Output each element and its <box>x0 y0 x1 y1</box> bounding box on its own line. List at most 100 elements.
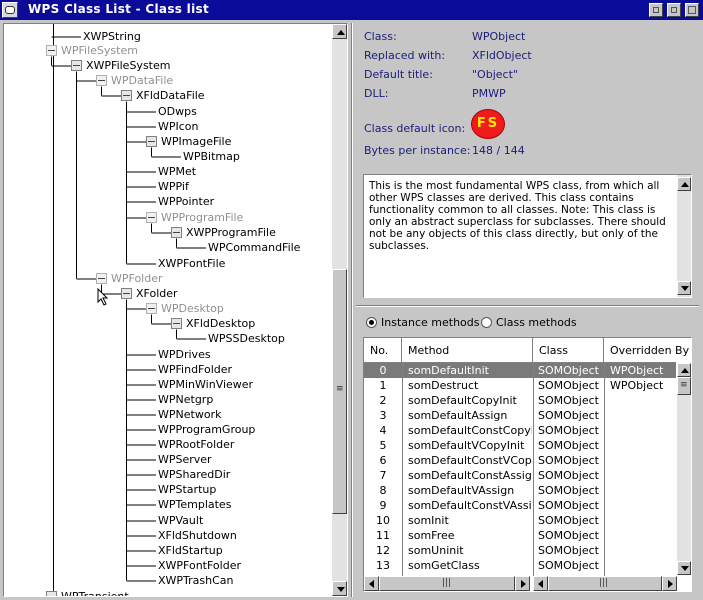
table-scroll-thumb[interactable]: ≡ <box>677 377 691 395</box>
column-header-method[interactable]: Method <box>402 338 533 363</box>
hide-button[interactable] <box>649 3 663 17</box>
tree-node[interactable]: WPCommandFile <box>208 240 300 255</box>
table-scroll-up-button[interactable] <box>677 363 691 377</box>
tree-node[interactable]: XWPFileSystem <box>86 58 170 73</box>
scroll-down-button[interactable] <box>332 581 347 596</box>
tree-collapse-icon[interactable] <box>121 90 132 101</box>
tree-node[interactable]: WPProgramFile <box>161 210 243 225</box>
tree-node[interactable]: XWPFontFile <box>158 256 225 271</box>
column-header-no[interactable]: No. <box>364 338 402 363</box>
table-row[interactable]: 2 somDefaultCopyInit SOMObject <box>364 393 676 408</box>
tree-node[interactable]: WPVault <box>158 513 203 528</box>
tree-node[interactable]: XFldShutdown <box>158 528 237 543</box>
tree-node[interactable]: XFldDesktop <box>186 316 255 331</box>
tree-node[interactable]: WPFolder <box>111 271 163 286</box>
method-scroll-thumb[interactable]: ||| <box>379 576 515 591</box>
class-horizontal-scrollbar[interactable]: ||| <box>533 576 677 591</box>
tree-collapse-icon[interactable] <box>121 288 132 299</box>
restore-button[interactable] <box>667 3 681 17</box>
method-horizontal-scrollbar[interactable]: ||| <box>364 576 530 591</box>
table-row[interactable]: 3 somDefaultAssign SOMObject <box>364 408 676 423</box>
horizontal-splitter[interactable] <box>356 305 699 307</box>
tree-node[interactable]: XWPTrashCan <box>158 573 234 588</box>
tree-node[interactable]: WPDesktop <box>161 301 224 316</box>
tree-collapse-icon[interactable] <box>146 303 157 314</box>
desc-scroll-up-button[interactable] <box>677 177 691 191</box>
tree-node[interactable]: WPTemplates <box>158 497 231 512</box>
tree-node[interactable]: XFolder <box>136 286 178 301</box>
tree-node[interactable]: XFldStartup <box>158 543 223 558</box>
tree-node[interactable]: WPStartup <box>158 482 216 497</box>
instance-methods-radio[interactable]: Instance methods <box>366 316 480 330</box>
tree-node[interactable]: WPRootFolder <box>158 437 234 452</box>
tree-node[interactable]: WPFileSystem <box>61 43 138 58</box>
tree-node[interactable]: WPNetgrp <box>158 392 213 407</box>
description-scrollbar[interactable] <box>677 175 691 297</box>
tree-node[interactable]: ODwps <box>158 104 197 119</box>
table-row[interactable]: 10 somInit SOMObject <box>364 513 676 528</box>
description-box[interactable]: This is the most fundamental WPS class, … <box>363 174 692 298</box>
system-menu-icon[interactable] <box>2 2 18 18</box>
tree-node[interactable]: WPPointer <box>158 194 214 209</box>
title-bar[interactable]: WPS Class List - Class list <box>0 0 703 20</box>
table-row[interactable]: 4 somDefaultConstCopyInit SOMObject <box>364 423 676 438</box>
tree-collapse-icon[interactable] <box>46 591 57 596</box>
tree-node[interactable]: WPDataFile <box>111 73 173 88</box>
tree-node[interactable]: WPIcon <box>158 119 199 134</box>
maximize-button[interactable] <box>685 3 699 17</box>
tree-node[interactable]: WPSharedDir <box>158 467 230 482</box>
column-header-overridden[interactable]: Overridden By <box>604 338 691 363</box>
vertical-splitter[interactable] <box>351 23 353 597</box>
column-header-class[interactable]: Class <box>533 338 604 363</box>
table-row[interactable]: 11 somFree SOMObject <box>364 528 676 543</box>
tree-node[interactable]: XFldDataFile <box>136 88 205 103</box>
table-vertical-scrollbar[interactable]: ≡ <box>677 363 691 575</box>
methods-table[interactable]: No. Method Class Overridden By 0 somDefau… <box>363 337 692 592</box>
tree-node[interactable]: WPNetwork <box>158 407 221 422</box>
tree-collapse-icon[interactable] <box>171 227 182 238</box>
table-row[interactable]: 6 somDefaultConstVCopyInit SOMObject <box>364 453 676 468</box>
table-row[interactable]: 8 somDefaultVAssign SOMObject <box>364 483 676 498</box>
scroll-up-button[interactable] <box>332 24 347 39</box>
tree-node[interactable]: WPDrives <box>158 347 211 362</box>
tree-node[interactable]: WPSSDesktop <box>208 331 285 346</box>
table-row[interactable]: 1 somDestruct SOMObject WPObject <box>364 378 676 393</box>
tree-collapse-icon[interactable] <box>146 212 157 223</box>
table-row[interactable]: 0 somDefaultInit SOMObject WPObject <box>364 363 676 378</box>
class-scroll-thumb[interactable]: ||| <box>548 576 662 591</box>
scroll-right-button[interactable] <box>515 576 530 591</box>
tree-node[interactable]: XWPFontFolder <box>158 558 241 573</box>
class-tree[interactable]: XWPString WPFileSystem XWPFileSystem WPData… <box>4 24 332 596</box>
tree-node[interactable]: XWPString <box>83 29 141 44</box>
scroll-left-button[interactable] <box>364 576 379 591</box>
table-scroll-down-button[interactable] <box>677 561 691 575</box>
table-row[interactable]: 12 somUninit SOMObject <box>364 543 676 558</box>
table-row[interactable]: 13 somGetClass SOMObject <box>364 558 676 573</box>
table-row[interactable]: 5 somDefaultVCopyInit SOMObject <box>364 438 676 453</box>
scroll-right-button[interactable] <box>662 576 677 591</box>
table-row[interactable]: 7 somDefaultConstAssign SOMObject <box>364 468 676 483</box>
tree-node[interactable]: XWPProgramFile <box>186 225 276 240</box>
table-row[interactable]: 9 somDefaultConstVAssign SOMObject <box>364 498 676 513</box>
class-methods-radio[interactable]: Class methods <box>481 316 581 330</box>
tree-collapse-icon[interactable] <box>171 318 182 329</box>
tree-vertical-scrollbar[interactable]: ≡ <box>332 24 347 596</box>
tree-node[interactable]: WPServer <box>158 452 212 467</box>
scroll-thumb[interactable]: ≡ <box>332 269 347 514</box>
tree-node[interactable]: WPMet <box>158 164 196 179</box>
tree-collapse-icon[interactable] <box>96 273 107 284</box>
tree-node[interactable]: WPPif <box>158 179 189 194</box>
tree-node[interactable]: WPImageFile <box>161 134 231 149</box>
tree-collapse-icon[interactable] <box>46 45 57 56</box>
tree-node[interactable]: WPBitmap <box>183 149 240 164</box>
replaced-label: Replaced with: <box>364 49 446 62</box>
tree-collapse-icon[interactable] <box>96 75 107 86</box>
tree-node[interactable]: WPMinWinViewer <box>158 377 253 392</box>
tree-node[interactable]: WPFindFolder <box>158 362 232 377</box>
desc-scroll-down-button[interactable] <box>677 281 691 295</box>
scroll-left-button[interactable] <box>533 576 548 591</box>
tree-collapse-icon[interactable] <box>146 136 157 147</box>
tree-node[interactable]: WPProgramGroup <box>158 422 255 437</box>
tree-collapse-icon[interactable] <box>71 60 82 71</box>
tree-node[interactable]: WPTransient <box>61 589 129 596</box>
